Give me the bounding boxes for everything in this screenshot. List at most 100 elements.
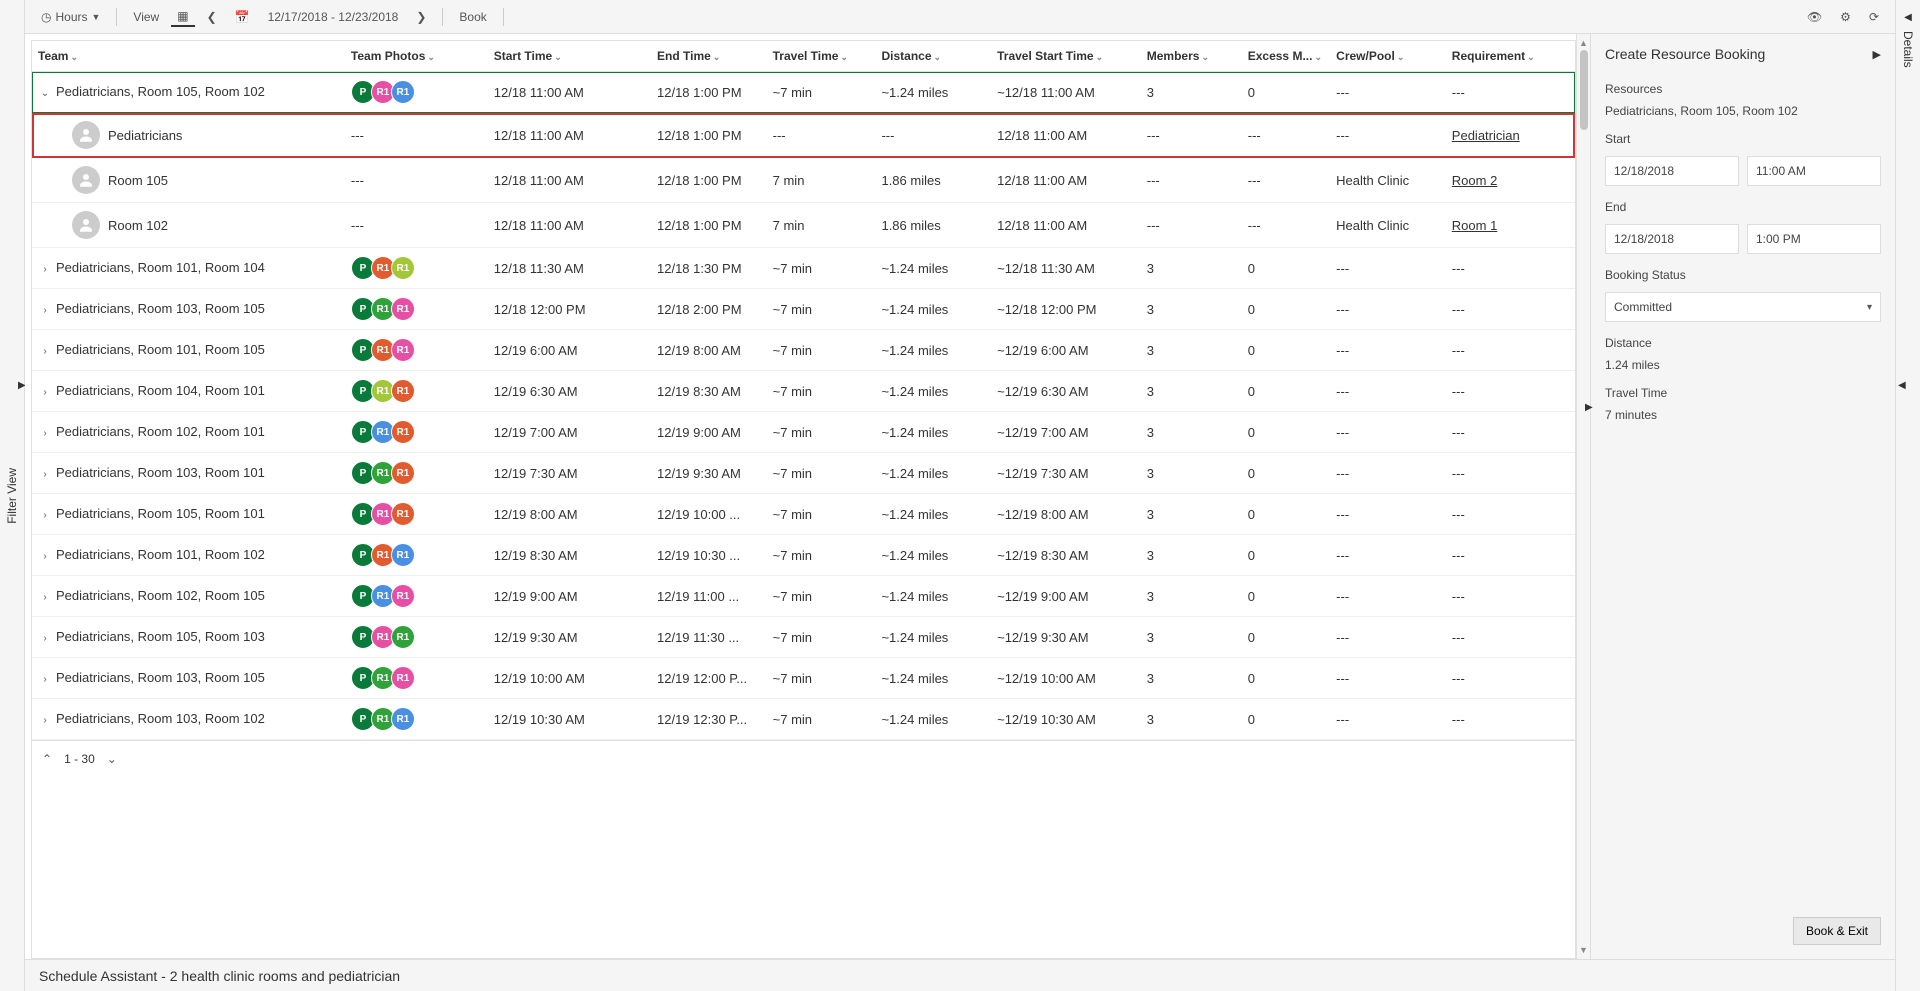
eye-icon[interactable]: 👁 — [1801, 8, 1828, 26]
cell: 3 — [1141, 617, 1242, 658]
vertical-scrollbar[interactable]: ▲ ▼ — [1576, 34, 1590, 959]
page-next-button[interactable]: ⌄ — [107, 752, 117, 766]
photo-badge: R1 — [391, 543, 415, 567]
table-row[interactable]: ›Pediatricians, Room 101, Room 105PR1R11… — [32, 330, 1575, 371]
expand-row-icon[interactable]: › — [38, 467, 52, 481]
filter-view-label[interactable]: Filter View — [5, 468, 19, 524]
requirement-link[interactable]: Room 1 — [1452, 218, 1498, 233]
table-row[interactable]: Room 102---12/18 11:00 AM12/18 1:00 PM7 … — [32, 203, 1575, 248]
team-name: Pediatricians, Room 101, Room 105 — [56, 342, 265, 357]
hours-dropdown[interactable]: ◷ Hours ▼ — [35, 8, 106, 26]
requirement-link[interactable]: Pediatrician — [1452, 128, 1520, 143]
details-label[interactable]: Details — [1901, 31, 1915, 68]
col-excess[interactable]: Excess M...⌄ — [1242, 41, 1330, 72]
end-date-field[interactable]: 12/18/2018 — [1605, 224, 1739, 254]
divider — [442, 8, 443, 26]
cell: --- — [1330, 494, 1446, 535]
expand-row-icon[interactable]: › — [38, 385, 52, 399]
cell: ~12/18 11:30 AM — [991, 248, 1141, 289]
table-row[interactable]: Pediatricians---12/18 11:00 AM12/18 1:00… — [32, 113, 1575, 158]
expand-row-icon[interactable]: › — [38, 508, 52, 522]
side-panel-collapse-icon[interactable]: ▶ — [1873, 48, 1881, 61]
main-area: ◷ Hours ▼ View ▦ ❮ 📅 12/17/2018 - 12/23/… — [25, 0, 1895, 991]
table-row[interactable]: ⌄Pediatricians, Room 105, Room 102PR1R11… — [32, 72, 1575, 113]
scroll-up-icon[interactable]: ▲ — [1579, 38, 1588, 48]
expand-row-icon[interactable]: › — [38, 426, 52, 440]
scroll-thumb[interactable] — [1580, 50, 1588, 130]
page-prev-button[interactable]: ⌃ — [42, 752, 52, 766]
cell: 0 — [1242, 330, 1330, 371]
refresh-icon[interactable]: ⟳ — [1863, 8, 1885, 26]
table-row[interactable]: ›Pediatricians, Room 103, Room 105PR1R11… — [32, 658, 1575, 699]
table-row[interactable]: Room 105---12/18 11:00 AM12/18 1:00 PM7 … — [32, 158, 1575, 203]
expand-row-icon[interactable]: › — [38, 631, 52, 645]
paginator: ⌃ 1 - 30 ⌄ — [32, 740, 1575, 776]
expand-row-icon[interactable]: › — [38, 344, 52, 358]
expand-row-icon[interactable]: › — [38, 713, 52, 727]
cell: 12/19 11:00 ... — [651, 576, 767, 617]
col-travelstart[interactable]: Travel Start Time⌄ — [991, 41, 1141, 72]
next-week-button[interactable]: ❯ — [410, 8, 432, 26]
book-button[interactable]: Book — [453, 8, 492, 26]
col-crew[interactable]: Crew/Pool⌄ — [1330, 41, 1446, 72]
cell: --- — [1446, 617, 1575, 658]
cell: 3 — [1141, 330, 1242, 371]
cell: 3 — [1141, 72, 1242, 113]
team-name: Pediatricians, Room 105, Room 103 — [56, 629, 265, 644]
table-row[interactable]: ›Pediatricians, Room 103, Room 102PR1R11… — [32, 699, 1575, 740]
cell: 12/19 7:30 AM — [488, 453, 651, 494]
col-members[interactable]: Members⌄ — [1141, 41, 1242, 72]
col-start[interactable]: Start Time⌄ — [488, 41, 651, 72]
right-rail-mid-arrow-icon[interactable]: ◀ — [1898, 380, 1906, 391]
cell: 0 — [1242, 576, 1330, 617]
scroll-down-icon[interactable]: ▼ — [1579, 945, 1588, 955]
cell: 12/18 11:00 AM — [488, 203, 651, 248]
cell: ~12/19 9:00 AM — [991, 576, 1141, 617]
cell: 3 — [1141, 535, 1242, 576]
table-row[interactable]: ›Pediatricians, Room 105, Room 101PR1R11… — [32, 494, 1575, 535]
col-end[interactable]: End Time⌄ — [651, 41, 767, 72]
expand-row-icon[interactable]: › — [38, 672, 52, 686]
table-row[interactable]: ›Pediatricians, Room 101, Room 102PR1R11… — [32, 535, 1575, 576]
table-row[interactable]: ›Pediatricians, Room 104, Room 101PR1R11… — [32, 371, 1575, 412]
right-rail-expand-icon[interactable]: ◀ — [1904, 12, 1912, 23]
date-range[interactable]: 12/17/2018 - 12/23/2018 — [262, 8, 405, 26]
start-time-field[interactable]: 11:00 AM — [1747, 156, 1881, 186]
table-row[interactable]: ›Pediatricians, Room 103, Room 105PR1R11… — [32, 289, 1575, 330]
cell: 12/18 11:00 AM — [991, 113, 1141, 158]
calendar-icon[interactable]: 📅 — [229, 8, 256, 26]
col-photos[interactable]: Team Photos⌄ — [345, 41, 488, 72]
expand-row-icon[interactable]: › — [38, 303, 52, 317]
team-name: Pediatricians, Room 105, Room 102 — [56, 84, 265, 99]
end-time-field[interactable]: 1:00 PM — [1747, 224, 1881, 254]
book-and-exit-button[interactable]: Book & Exit — [1793, 917, 1881, 945]
requirement-link[interactable]: Room 2 — [1452, 173, 1498, 188]
table-row[interactable]: ›Pediatricians, Room 103, Room 101PR1R11… — [32, 453, 1575, 494]
side-collapse-arrow-icon[interactable]: ▶ — [1585, 402, 1593, 413]
col-team[interactable]: Team⌄ — [32, 41, 345, 72]
table-row[interactable]: ›Pediatricians, Room 102, Room 105PR1R11… — [32, 576, 1575, 617]
cell: ~1.24 miles — [875, 699, 991, 740]
cell: --- — [1446, 72, 1575, 113]
photo-badge: R1 — [391, 80, 415, 104]
expand-row-icon[interactable]: ⌄ — [38, 86, 52, 100]
expand-row-icon[interactable]: › — [38, 262, 52, 276]
table-row[interactable]: ›Pediatricians, Room 101, Room 104PR1R11… — [32, 248, 1575, 289]
expand-row-icon[interactable]: › — [38, 590, 52, 604]
col-requirement[interactable]: Requirement⌄ — [1446, 41, 1575, 72]
col-travel[interactable]: Travel Time⌄ — [767, 41, 876, 72]
col-distance[interactable]: Distance⌄ — [875, 41, 991, 72]
cell: 12/18 1:00 PM — [651, 113, 767, 158]
cell: --- — [1446, 494, 1575, 535]
gear-icon[interactable]: ⚙ — [1834, 8, 1857, 26]
table-row[interactable]: ›Pediatricians, Room 105, Room 103PR1R11… — [32, 617, 1575, 658]
cell: 1.86 miles — [875, 203, 991, 248]
table-row[interactable]: ›Pediatricians, Room 102, Room 101PR1R11… — [32, 412, 1575, 453]
cell: 3 — [1141, 289, 1242, 330]
expand-row-icon[interactable]: › — [38, 549, 52, 563]
prev-week-button[interactable]: ❮ — [201, 8, 223, 26]
status-select[interactable]: Committed — [1605, 292, 1881, 322]
grid-view-icon[interactable]: ▦ — [171, 7, 194, 27]
start-date-field[interactable]: 12/18/2018 — [1605, 156, 1739, 186]
cell: ~1.24 miles — [875, 72, 991, 113]
